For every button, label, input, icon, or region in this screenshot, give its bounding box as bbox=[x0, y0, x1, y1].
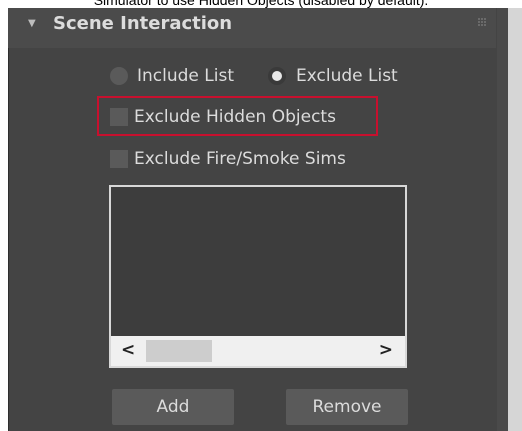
radio-exclude-list[interactable]: Exclude List bbox=[268, 65, 398, 87]
panel-scrollbar[interactable] bbox=[508, 8, 522, 431]
horizontal-scrollbar[interactable]: < > bbox=[111, 336, 405, 366]
scroll-left-icon[interactable]: < bbox=[121, 340, 135, 360]
radio-include-list[interactable]: Include List bbox=[110, 65, 234, 87]
radio-unselected-icon[interactable] bbox=[110, 67, 128, 85]
scroll-right-icon[interactable]: > bbox=[379, 340, 393, 360]
checkbox-exclude-fire-smoke[interactable]: Exclude Fire/Smoke Sims bbox=[110, 147, 346, 171]
collapse-arrow-icon[interactable]: ▼ bbox=[28, 18, 36, 29]
highlight-annotation bbox=[97, 96, 378, 136]
radio-selected-icon[interactable] bbox=[268, 67, 286, 85]
remove-button[interactable]: Remove bbox=[286, 389, 408, 425]
checkbox-label: Exclude Fire/Smoke Sims bbox=[134, 149, 346, 169]
radio-label: Exclude List bbox=[296, 66, 398, 86]
scroll-thumb[interactable] bbox=[146, 340, 212, 362]
panel-margin bbox=[497, 8, 508, 431]
radio-label: Include List bbox=[137, 66, 235, 86]
caption-text: Simulator to use Hidden Objects (disable… bbox=[93, 0, 429, 8]
rollout-title: Scene Interaction bbox=[53, 13, 233, 34]
drag-grip-icon[interactable] bbox=[478, 18, 486, 26]
add-button[interactable]: Add bbox=[112, 389, 234, 425]
object-list[interactable]: < > bbox=[109, 185, 407, 368]
checkbox-box[interactable] bbox=[110, 150, 128, 168]
